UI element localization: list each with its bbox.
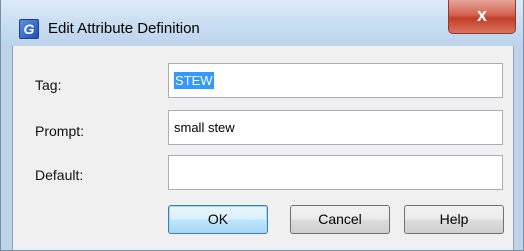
ok-button[interactable]: OK <box>168 205 268 234</box>
title-bar[interactable]: G Edit Attribute Definition x <box>1 0 523 46</box>
tag-input[interactable]: STEW <box>168 63 503 98</box>
prompt-input-value: small stew <box>174 120 235 135</box>
default-label: Default: <box>35 167 84 183</box>
cancel-button[interactable]: Cancel <box>290 205 390 234</box>
default-input[interactable] <box>168 155 503 190</box>
dialog-body: Tag: STEW Prompt: small stew Default: OK… <box>12 46 514 250</box>
prompt-label: Prompt: <box>35 123 85 139</box>
app-icon: G <box>19 19 39 39</box>
tag-label: Tag: <box>35 77 62 93</box>
edit-attribute-dialog: G Edit Attribute Definition x Tag: STEW … <box>0 0 524 251</box>
tag-input-value: STEW <box>174 72 214 89</box>
prompt-input[interactable]: small stew <box>168 110 503 145</box>
close-button[interactable]: x <box>448 0 516 34</box>
help-button[interactable]: Help <box>404 205 504 234</box>
close-icon: x <box>476 5 487 25</box>
window-title: Edit Attribute Definition <box>48 20 200 37</box>
